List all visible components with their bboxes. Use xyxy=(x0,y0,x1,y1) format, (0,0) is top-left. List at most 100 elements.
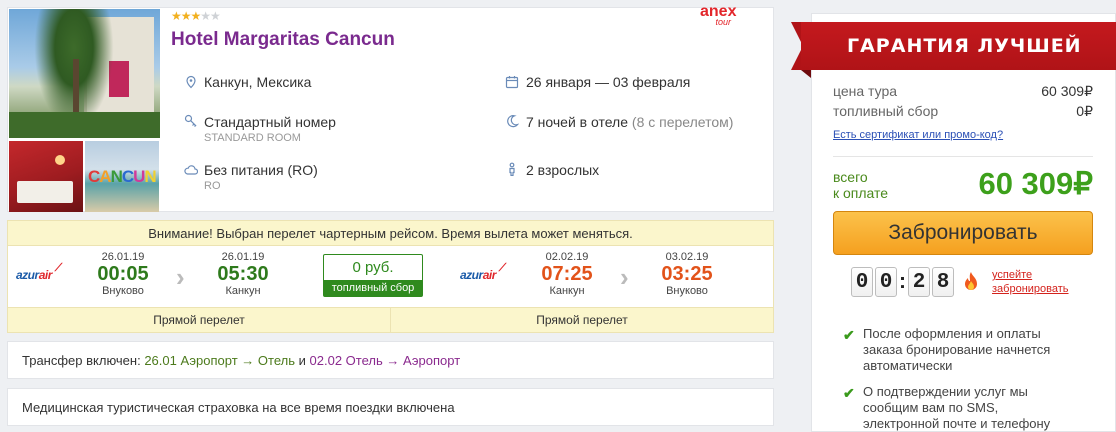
photo-cancun-letters: CANCUN xyxy=(88,167,157,186)
fuel-surcharge-box: 0 руб. топливный сбор xyxy=(323,254,423,297)
operator-logo: anex tour xyxy=(700,4,736,27)
arr-date: 26.01.19 xyxy=(221,251,265,263)
note-confirmation: О подтверждении услуг мы сообщим вам по … xyxy=(863,384,1051,431)
airline-wing-icon: ⟋ xyxy=(498,262,507,274)
room-type-name: Стандартный номер xyxy=(204,114,336,130)
photo-bed xyxy=(17,181,73,203)
total-price: 60 309₽ xyxy=(978,166,1093,201)
dep-time: 00:05 xyxy=(97,263,149,285)
person-icon xyxy=(505,162,519,177)
fuel-price-label: топливный сбор xyxy=(833,103,939,119)
fuel-surcharge-label: топливный сбор xyxy=(324,280,422,296)
arr-date: 03.02.19 xyxy=(665,251,709,263)
direct-flight-outbound: Прямой перелет xyxy=(153,313,245,327)
hurry-line2: забронировать xyxy=(992,283,1069,295)
outbound-arrival: 26.01.19 05:30 Канкун xyxy=(208,251,278,297)
note-booking: После оформления и оплаты заказа брониро… xyxy=(863,326,1051,373)
moon-icon xyxy=(505,114,520,128)
star-filled: ★★★ xyxy=(171,9,201,23)
price-divider xyxy=(833,156,1093,157)
airline-name-a: azur xyxy=(460,268,483,282)
return-arrival: 03.02.19 03:25 Внуково xyxy=(652,251,722,297)
hurry-line1: успейте xyxy=(992,269,1033,281)
best-price-banner: ГАРАНТИЯ ЛУЧШЕЙ ЦЕНЫ xyxy=(791,22,1116,105)
outbound-departure: 26.01.19 00:05 Внуково xyxy=(88,251,158,297)
hotel-photo-main[interactable] xyxy=(9,9,160,138)
transfer-and: и xyxy=(298,353,306,368)
book-button[interactable]: Забронировать xyxy=(833,211,1093,255)
nights-with-flight: (8 с перелетом) xyxy=(631,114,734,130)
room-type-code: STANDARD ROOM xyxy=(204,132,301,144)
tour-price-label: цена тура xyxy=(833,83,898,99)
flight-block: Внимание! Выбран перелет чартерным рейсо… xyxy=(7,220,774,333)
promo-code-link[interactable]: Есть сертификат или промо-код? xyxy=(833,129,1003,141)
direct-flight-row: Прямой перелет Прямой перелет xyxy=(8,307,773,332)
fire-icon xyxy=(961,271,981,293)
hotel-location: Канкун, Мексика xyxy=(204,74,312,90)
insurance-info: Медицинская туристическая страховка на в… xyxy=(7,388,774,426)
hotel-stars: ★★★★★ xyxy=(171,9,221,23)
meal-plan: Без питания (RO) RO xyxy=(204,162,318,192)
hotel-photo-cancun[interactable]: CANCUN xyxy=(85,141,159,212)
timer-digit: 0 xyxy=(875,267,897,297)
return-departure: 02.02.19 07:25 Канкун xyxy=(532,251,602,297)
guests-count: 2 взрослых xyxy=(526,162,600,178)
tour-dates: 26 января — 03 февраля xyxy=(526,74,691,90)
airline-name-a: azur xyxy=(16,268,39,282)
airline-logo-outbound: azurair ⟋ xyxy=(16,262,62,282)
transfer-prefix: Трансфер включен: xyxy=(22,353,141,368)
fuel-price-row: топливный сбор 0₽ xyxy=(833,103,1093,119)
arr-airport: Внуково xyxy=(666,285,708,297)
dep-time: 07:25 xyxy=(541,263,593,285)
total-label: всего к оплате xyxy=(833,169,888,201)
timer-digit: 2 xyxy=(908,267,930,297)
banner-tip xyxy=(801,70,811,78)
arr-time: 05:30 xyxy=(217,263,269,285)
key-icon xyxy=(184,114,198,128)
calendar-icon xyxy=(505,75,519,89)
meal-plan-name: Без питания (RO) xyxy=(204,162,318,178)
nights-hotel: 7 ночей в отеле xyxy=(526,114,629,130)
check-icon: ✔ xyxy=(843,385,855,401)
hotel-photo-room[interactable] xyxy=(9,141,83,212)
timer-digit: 8 xyxy=(932,267,954,297)
chevron-right-icon: › xyxy=(176,262,185,292)
charter-warning: Внимание! Выбран перелет чартерным рейсо… xyxy=(8,221,773,246)
flight-legs: azurair ⟋ 26.01.19 00:05 Внуково › 26.01.… xyxy=(8,246,773,307)
star-empty: ★★ xyxy=(200,9,220,23)
hotel-name[interactable]: Hotel Margaritas Cancun xyxy=(171,29,395,51)
nights-count: 7 ночей в отеле (8 с перелетом) xyxy=(526,114,733,130)
hurry-book-link[interactable]: успейте забронировать xyxy=(992,268,1069,296)
countdown-timer: 0 0 : 2 8 xyxy=(851,267,956,297)
photo-lamp xyxy=(55,155,65,165)
fuel-surcharge-value: 0 руб. xyxy=(352,259,394,276)
fuel-price-value: 0₽ xyxy=(1076,103,1093,119)
total-label-line2: к оплате xyxy=(833,185,889,201)
timer-colon: : xyxy=(899,270,906,293)
airline-name-b: air xyxy=(38,268,53,282)
direct-flight-return: Прямой перелет xyxy=(390,308,773,332)
photo-hedge xyxy=(9,112,160,138)
airline-wing-icon: ⟋ xyxy=(54,262,63,274)
transfer-info: Трансфер включен: 26.01 Аэропорт → Отель… xyxy=(7,341,774,379)
banner-ribbon: ГАРАНТИЯ ЛУЧШЕЙ ЦЕНЫ xyxy=(801,22,1116,105)
transfer-leg-departure: 02.02 Отель → Аэропорт xyxy=(309,353,461,368)
transfer-leg-arrival: 26.01 Аэропорт → Отель xyxy=(144,353,295,368)
meal-plan-code: RO xyxy=(204,180,221,192)
total-label-line1: всего xyxy=(833,169,868,185)
chevron-right-icon: › xyxy=(620,262,629,292)
tour-price-value: 60 309₽ xyxy=(1041,83,1093,99)
airline-name-b: air xyxy=(482,268,497,282)
check-icon: ✔ xyxy=(843,327,855,343)
dep-airport: Внуково xyxy=(102,285,144,297)
arr-time: 03:25 xyxy=(661,263,713,285)
arr-airport: Канкун xyxy=(225,285,261,297)
dep-date: 02.02.19 xyxy=(545,251,589,263)
timer-digit: 0 xyxy=(851,267,873,297)
meal-cloud-icon xyxy=(184,163,199,177)
dep-airport: Канкун xyxy=(549,285,585,297)
airline-logo-return: azurair ⟋ xyxy=(460,262,506,282)
tour-price-row: цена тура 60 309₽ xyxy=(833,83,1093,99)
room-type: Стандартный номер STANDARD ROOM xyxy=(204,114,336,144)
dep-date: 26.01.19 xyxy=(101,251,145,263)
